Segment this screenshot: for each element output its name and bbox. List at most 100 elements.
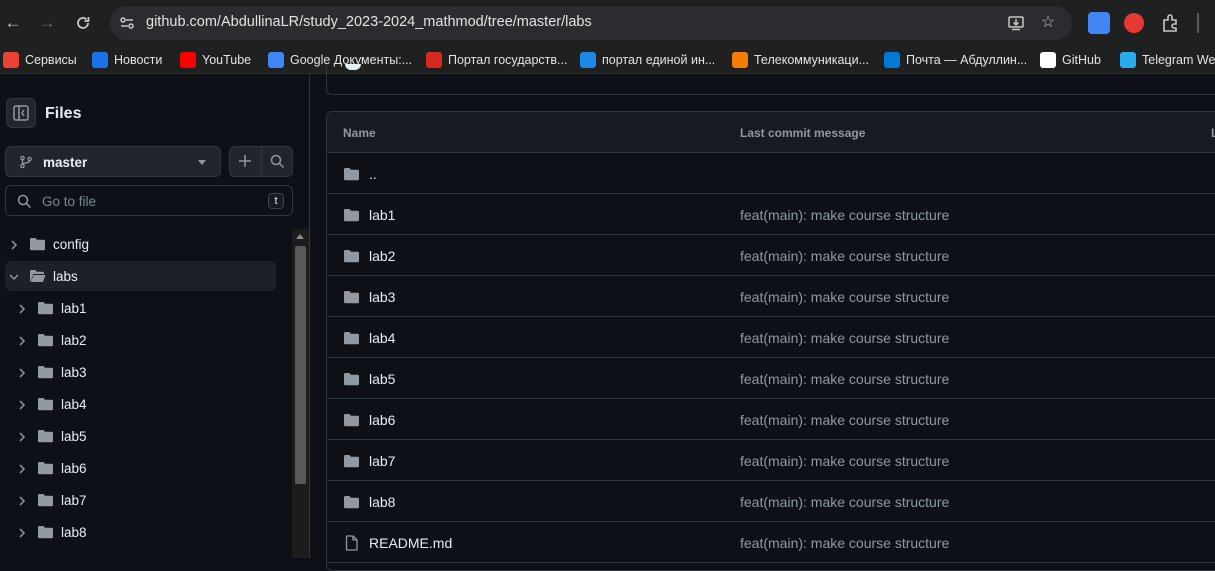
toolbar-divider [1197, 13, 1199, 33]
chevron-down-icon[interactable] [8, 270, 20, 282]
file-name-link[interactable]: lab5 [369, 371, 395, 387]
file-name-link[interactable]: .. [369, 166, 377, 182]
chevron-right-icon[interactable] [16, 334, 28, 346]
chevron-right-icon[interactable] [16, 366, 28, 378]
folder-icon [343, 207, 360, 223]
file-actions-group [229, 146, 293, 177]
folder-icon [37, 396, 54, 412]
table-row[interactable]: README.md feat(main): make course structu… [327, 522, 1215, 563]
folder-icon [37, 524, 54, 540]
file-name-link[interactable]: lab7 [369, 453, 395, 469]
reload-icon[interactable] [70, 10, 96, 36]
chevron-right-icon[interactable] [16, 462, 28, 474]
main-content: Name Last commit message L .. lab1 feat(ma… [311, 64, 1215, 571]
sidebar-scrollbar[interactable] [292, 229, 309, 558]
chevron-right-icon[interactable] [16, 494, 28, 506]
table-row[interactable]: lab2 feat(main): make course structure [327, 235, 1215, 276]
back-arrow-icon[interactable]: ← [0, 10, 26, 36]
chevron-right-icon[interactable] [16, 398, 28, 410]
folder-icon [37, 492, 54, 508]
chevron-right-icon[interactable] [8, 238, 20, 250]
commit-message-link[interactable]: feat(main): make course structure [740, 412, 949, 428]
tree-item-label: lab6 [61, 461, 87, 476]
commit-message-link[interactable]: feat(main): make course structure [740, 453, 949, 469]
folder-icon [343, 371, 360, 387]
tree-item-label: labs [53, 269, 78, 284]
file-name-link[interactable]: README.md [369, 535, 452, 551]
file-name-link[interactable]: lab1 [369, 207, 395, 223]
search-icon [270, 154, 285, 169]
file-name-link[interactable]: lab3 [369, 289, 395, 305]
tree-item-config[interactable]: config [5, 229, 276, 259]
folder-icon [343, 330, 360, 346]
commit-message-link[interactable]: feat(main): make course structure [740, 248, 949, 264]
install-app-icon[interactable] [1007, 14, 1025, 32]
bookmark-star-icon[interactable]: ☆ [1039, 14, 1057, 32]
tree-item-lab3[interactable]: lab3 [5, 357, 276, 387]
tree-item-lab8[interactable]: lab8 [5, 517, 276, 547]
tree-item-lab5[interactable]: lab5 [5, 421, 276, 451]
table-row[interactable]: .. [327, 153, 1215, 194]
google-translate-icon[interactable] [1088, 12, 1110, 34]
chevron-right-icon[interactable] [16, 526, 28, 538]
add-file-button[interactable] [230, 147, 261, 176]
collapse-sidebar-button[interactable] [6, 98, 36, 128]
table-row[interactable]: lab4 feat(main): make course structure [327, 317, 1215, 358]
bookmark-favicon-icon [92, 52, 108, 68]
search-code-button[interactable] [262, 147, 293, 176]
address-bar[interactable]: github.com/AbdullinaLR/study_2023-2024_m… [110, 6, 1072, 40]
folder-icon [343, 248, 360, 264]
extensions-puzzle-icon[interactable] [1160, 12, 1182, 34]
commit-message-link[interactable]: feat(main): make course structure [740, 494, 949, 510]
tree-item-label: config [53, 237, 90, 252]
commit-message-link[interactable]: feat(main): make course structure [740, 535, 949, 551]
table-row[interactable]: lab7 feat(main): make course structure [327, 440, 1215, 481]
url-text[interactable]: github.com/AbdullinaLR/study_2023-2024_m… [146, 14, 592, 30]
tree-item-lab1[interactable]: lab1 [5, 293, 276, 323]
bookmark-favicon-icon [3, 52, 19, 68]
table-row[interactable]: lab5 feat(main): make course structure [327, 358, 1215, 399]
avatar [345, 64, 361, 70]
scrollbar-thumb[interactable] [295, 246, 306, 484]
file-name-link[interactable]: lab2 [369, 248, 395, 264]
commit-message-link[interactable]: feat(main): make course structure [740, 289, 949, 305]
adblock-icon[interactable] [1124, 13, 1144, 33]
file-name-link[interactable]: lab8 [369, 494, 395, 510]
chevron-right-icon[interactable] [16, 430, 28, 442]
folder-icon [37, 364, 54, 380]
tree-item-labs[interactable]: labs [5, 261, 276, 291]
tree-item-lab2[interactable]: lab2 [5, 325, 276, 355]
forward-arrow-icon[interactable]: → [34, 10, 60, 36]
commit-message-link[interactable]: feat(main): make course structure [740, 330, 949, 346]
bookmark-item[interactable]: Сервисы [3, 50, 77, 70]
bookmark-favicon-icon [268, 52, 284, 68]
table-row[interactable]: lab6 feat(main): make course structure [327, 399, 1215, 440]
commit-message-link[interactable]: feat(main): make course structure [740, 207, 949, 223]
table-row[interactable]: lab3 feat(main): make course structure [327, 276, 1215, 317]
folder-icon [37, 300, 54, 316]
commit-message-link[interactable]: feat(main): make course structure [740, 371, 949, 387]
folder-icon [343, 494, 360, 510]
branch-selector-button[interactable]: master [5, 146, 221, 177]
tree-item-label: lab4 [61, 397, 87, 412]
file-name-link[interactable]: lab4 [369, 330, 395, 346]
tree-item-lab7[interactable]: lab7 [5, 485, 276, 515]
bookmark-item[interactable]: Новости [92, 50, 162, 70]
column-header-commit-message: Last commit message [740, 126, 866, 140]
table-row[interactable]: lab1 feat(main): make course structure [327, 194, 1215, 235]
bookmark-item[interactable]: YouTube [180, 50, 251, 70]
chevron-right-icon[interactable] [16, 302, 28, 314]
tree-item-label: lab1 [61, 301, 87, 316]
scroll-up-arrow-icon[interactable] [296, 234, 304, 239]
folder-icon [29, 236, 46, 252]
file-name-link[interactable]: lab6 [369, 412, 395, 428]
folder-icon [343, 453, 360, 469]
tree-item-lab6[interactable]: lab6 [5, 453, 276, 483]
site-info-icon[interactable] [118, 14, 136, 32]
tree-item-label: lab7 [61, 493, 87, 508]
bookmark-favicon-icon [180, 52, 196, 68]
go-to-file-input[interactable]: Go to file t [5, 185, 293, 216]
tree-item-lab4[interactable]: lab4 [5, 389, 276, 419]
table-row[interactable]: lab8 feat(main): make course structure [327, 481, 1215, 522]
bookmark-label: Новости [114, 53, 163, 67]
